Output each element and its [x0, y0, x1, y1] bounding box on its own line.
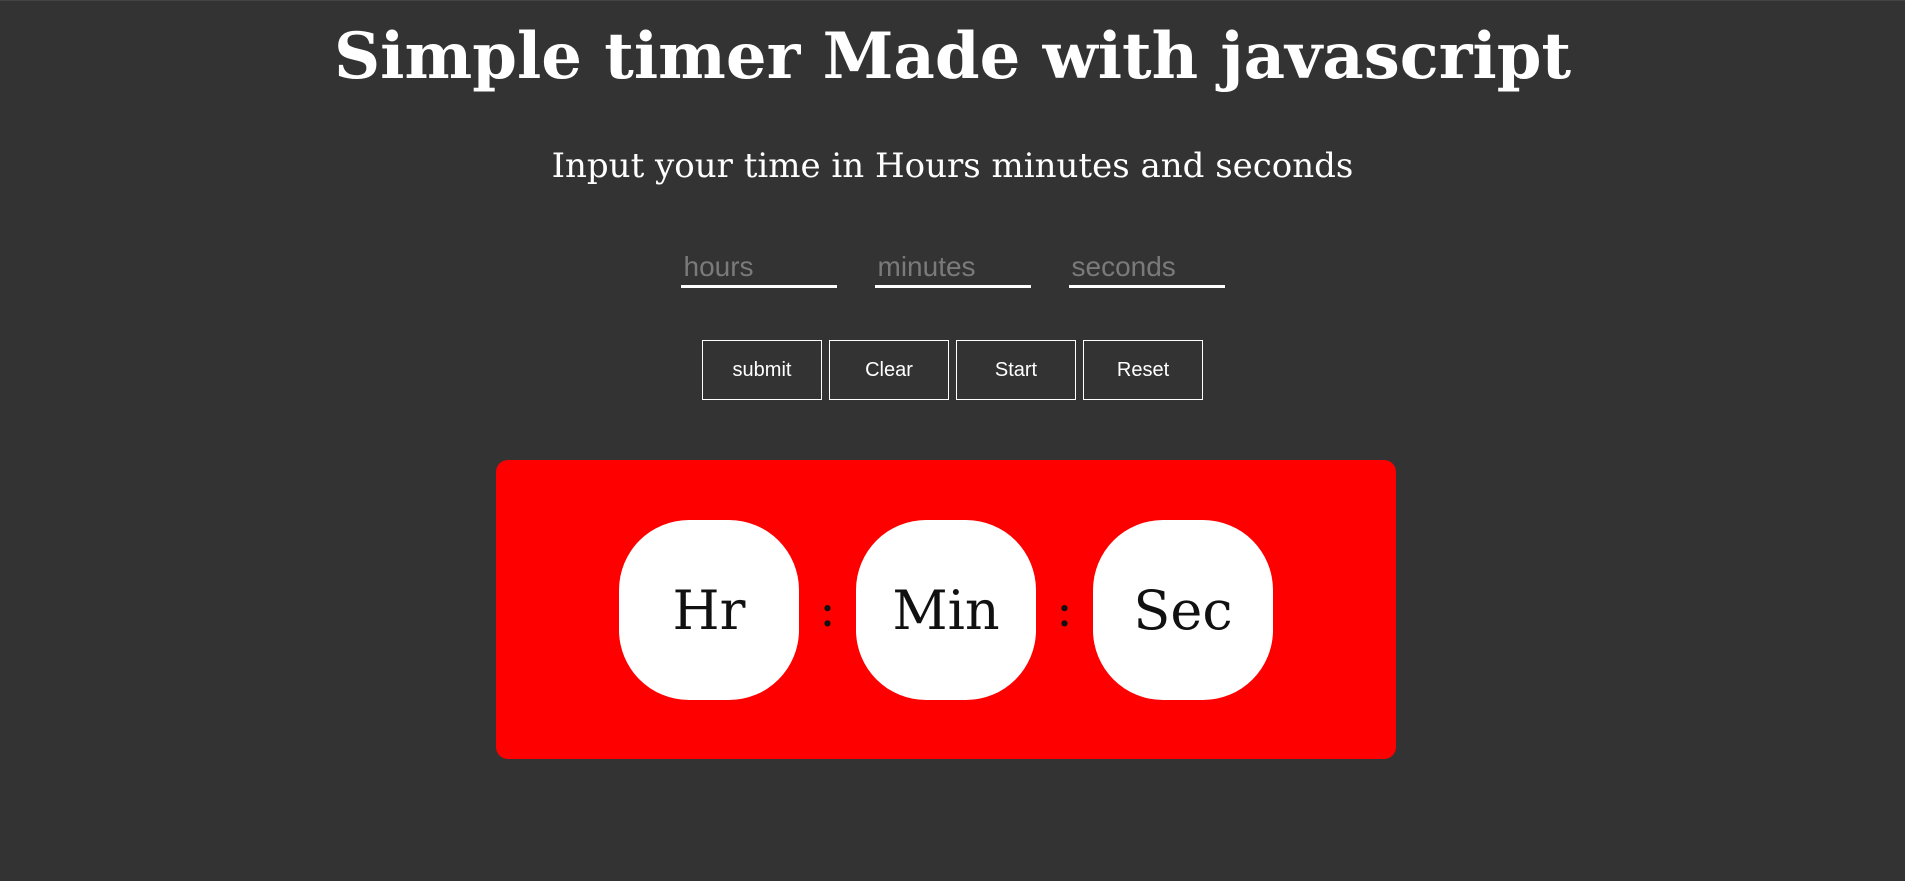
timer-display-panel: Hr : Min : Sec [496, 460, 1396, 759]
hours-input[interactable] [680, 248, 837, 288]
time-inputs [0, 248, 1905, 288]
hours-minutes-separator: : [819, 582, 836, 638]
timer-page: Simple timer Made with javascript Input … [0, 0, 1905, 881]
minutes-seconds-separator: : [1056, 582, 1073, 638]
submit-button[interactable]: submit [702, 340, 822, 400]
start-button[interactable]: Start [956, 340, 1076, 400]
timer-row: Hr : Min : Sec [496, 520, 1396, 700]
minutes-input[interactable] [874, 248, 1031, 288]
page-subtitle: Input your time in Hours minutes and sec… [551, 146, 1354, 186]
clear-button[interactable]: Clear [829, 340, 949, 400]
reset-button[interactable]: Reset [1083, 340, 1203, 400]
minutes-display: Min [856, 520, 1036, 700]
hours-display: Hr [619, 520, 799, 700]
control-buttons: submit Clear Start Reset [0, 340, 1905, 400]
seconds-display: Sec [1093, 520, 1273, 700]
page-title: Simple timer Made with javascript [333, 19, 1572, 94]
seconds-input[interactable] [1068, 248, 1225, 288]
